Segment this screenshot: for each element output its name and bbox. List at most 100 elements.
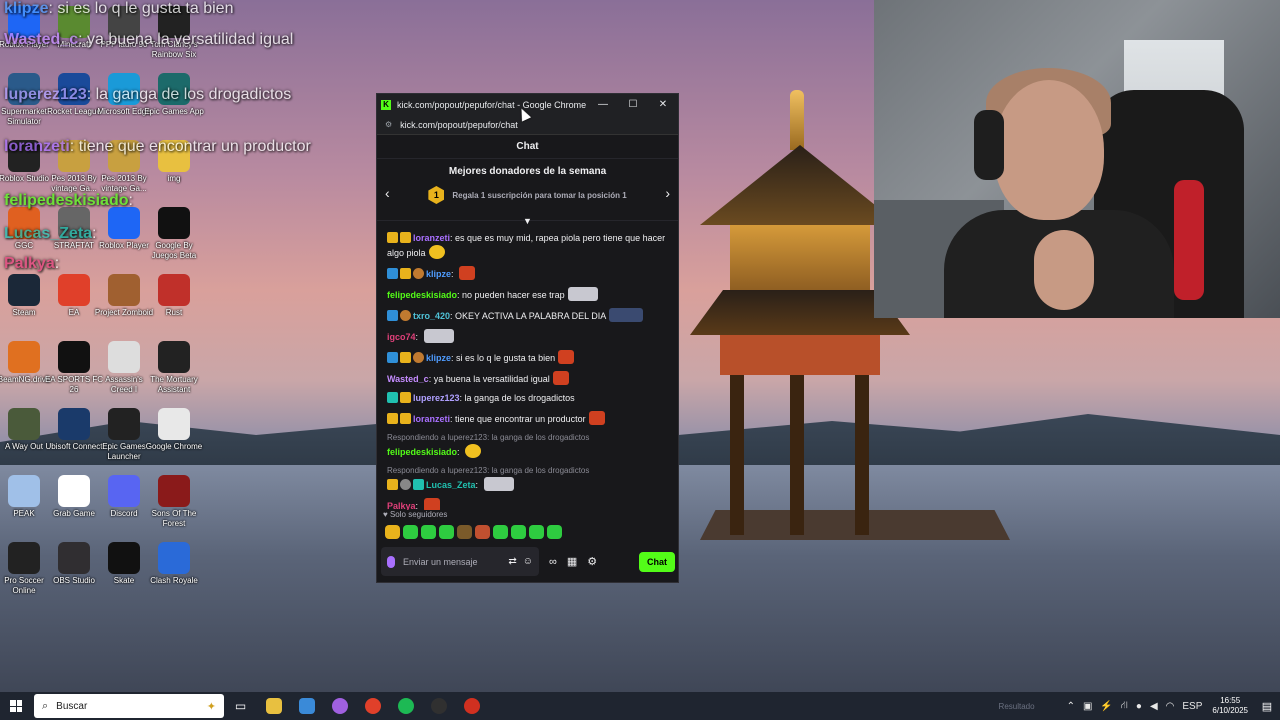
overlay-username: luperez123 (4, 86, 87, 103)
chat-username[interactable]: igco74 (387, 332, 416, 342)
emote-icon[interactable] (385, 525, 400, 539)
language-indicator[interactable]: ESP (1182, 701, 1202, 712)
maximize-button[interactable]: ☐ (618, 99, 648, 110)
points-icon[interactable]: ∞ (549, 556, 557, 568)
desktop-icon[interactable]: Sons Of The Forest (144, 475, 204, 529)
chat-username[interactable]: Lucas_Zeta (426, 480, 476, 490)
pin-icon[interactable]: ▼ (523, 216, 532, 226)
emote-icon[interactable] (493, 525, 508, 539)
chat-username[interactable]: felipedeskisiado (387, 447, 457, 457)
file-explorer-icon[interactable] (257, 692, 290, 720)
taskbar: ⌕ Buscar ✦ ▭ Resultado ⌃ ▣ ⚡ ⛙ ● ◀ ◠ ESP… (0, 692, 1280, 720)
url-text[interactable]: kick.com/popout/pepufor/chat (400, 120, 518, 130)
mic-icon[interactable] (387, 555, 395, 568)
send-chat-button[interactable]: Chat (639, 551, 675, 572)
mic-tray-icon[interactable]: ● (1136, 701, 1142, 712)
app-icon (158, 341, 190, 373)
camera-icon[interactable]: ▣ (1083, 701, 1092, 712)
chat-separator: : (415, 501, 421, 510)
donors-cta[interactable]: Regala 1 suscripción para tomar la posic… (452, 191, 626, 200)
minimize-button[interactable]: — (588, 99, 618, 110)
overlay-separator: : (54, 255, 60, 272)
site-info-icon[interactable]: ⚙ (385, 120, 392, 129)
overlay-chat-line: klipze: si es lo q le gusta ta bien (4, 0, 233, 18)
emote-bar[interactable] (385, 525, 562, 539)
donors-next-button[interactable]: › (665, 185, 670, 201)
chat-username[interactable]: luperez123 (413, 393, 460, 403)
chevron-up-icon[interactable]: ⌃ (1067, 701, 1075, 712)
chat-username[interactable]: felipedeskisiado (387, 290, 457, 300)
chat-username[interactable]: klipze (426, 353, 451, 363)
chat-emote-icon (483, 477, 514, 491)
emote-icon[interactable] (511, 525, 526, 539)
chat-messages[interactable]: loranzeti: es que es muy mid, rapea piol… (377, 228, 678, 510)
taskbar-search[interactable]: ⌕ Buscar ✦ (34, 694, 224, 718)
game-taskbar-icon[interactable] (455, 692, 488, 720)
chat-message[interactable]: Wasted_c: ya buena la versatilidad igual (387, 371, 670, 386)
start-button[interactable] (0, 692, 32, 720)
emote-icon[interactable] (547, 525, 562, 539)
chat-emote-icon (428, 245, 445, 259)
emote-icon[interactable] (457, 525, 472, 539)
settings-gear-icon[interactable]: ⚙ (587, 555, 597, 568)
clock[interactable]: 16:55 6/10/2025 (1212, 696, 1248, 716)
volume-icon[interactable]: ◀ (1150, 701, 1158, 712)
close-button[interactable]: ✕ (648, 99, 678, 110)
chrome-taskbar-icon[interactable] (356, 692, 389, 720)
chat-message[interactable]: klipze: (387, 266, 670, 281)
chat-message[interactable]: loranzeti: es que es muy mid, rapea piol… (387, 232, 670, 260)
chat-message[interactable]: felipedeskisiado: no pueden hacer ese tr… (387, 287, 670, 302)
desktop-icon[interactable]: The Mortuary Assistant (144, 341, 204, 395)
store-app-icon[interactable] (290, 692, 323, 720)
translate-icon[interactable]: ⇄ (508, 556, 516, 567)
emote-icon[interactable] (439, 525, 454, 539)
desktop-icon[interactable]: Clash Royale (144, 542, 204, 586)
desktop-icon[interactable]: Google Chrome (144, 408, 204, 452)
chat-username[interactable]: txro_420 (413, 311, 450, 321)
chat-message[interactable]: felipedeskisiado: (387, 444, 670, 459)
overlay-username: klipze (4, 0, 49, 17)
store-icon[interactable]: ▦ (567, 555, 577, 568)
chat-input[interactable]: Enviar un mensaje ⇄ ☺ (381, 547, 539, 576)
desktop-icon[interactable]: Google By Juegos Beta (144, 207, 204, 261)
app-icon (58, 475, 90, 507)
obs-taskbar-icon[interactable] (422, 692, 455, 720)
search-highlight-icon: ✦ (206, 700, 216, 713)
donors-prev-button[interactable]: ‹ (385, 185, 390, 201)
chat-input-placeholder[interactable]: Enviar un mensaje (403, 557, 502, 567)
reply-context[interactable]: Respondiendo a luperez123: la ganga de l… (387, 432, 670, 443)
emote-icon[interactable] (421, 525, 436, 539)
chat-username[interactable]: loranzeti (413, 414, 450, 424)
chat-emote-icon (588, 411, 605, 425)
chat-popout-window[interactable]: K kick.com/popout/pepufor/chat - Google … (376, 93, 679, 583)
chat-message[interactable]: Palkya: (387, 498, 670, 510)
reply-context[interactable]: Respondiendo a luperez123: la ganga de l… (387, 465, 670, 476)
user-badge-icon (387, 310, 398, 321)
emote-icon[interactable] (403, 525, 418, 539)
chat-separator: : (475, 480, 481, 490)
chat-message[interactable]: Lucas_Zeta: (387, 477, 670, 492)
wifi-icon[interactable]: ◠ (1166, 701, 1175, 712)
desktop-icon[interactable]: Rust (144, 274, 204, 318)
usb-icon[interactable]: ⚡ (1100, 701, 1112, 712)
chat-message[interactable]: luperez123: la ganga de los drogadictos (387, 392, 670, 405)
overlay-username: Lucas_Zeta (4, 225, 93, 242)
emote-icon[interactable] (529, 525, 544, 539)
chat-message[interactable]: igco74: (387, 329, 670, 344)
chat-message[interactable]: loranzeti: tiene que encontrar un produc… (387, 411, 670, 426)
chat-message[interactable]: klipze: si es lo q le gusta ta bien (387, 350, 670, 365)
messenger-icon[interactable] (323, 692, 356, 720)
chat-username[interactable]: loranzeti (413, 233, 450, 243)
chat-text: si es lo q le gusta ta bien (456, 353, 556, 363)
search-placeholder[interactable]: Buscar (56, 701, 207, 712)
chat-username[interactable]: Wasted_c (387, 374, 429, 384)
emoji-icon[interactable]: ☺ (523, 556, 533, 567)
task-view-icon[interactable]: ▭ (224, 692, 257, 720)
emote-icon[interactable] (475, 525, 490, 539)
chat-message[interactable]: txro_420: OKEY ACTIVA LA PALABRA DEL DIA (387, 308, 670, 323)
network-icon[interactable]: ⛙ (1121, 700, 1128, 713)
chat-username[interactable]: klipze (426, 269, 451, 279)
notifications-icon[interactable]: ▤ (1254, 700, 1280, 713)
spotify-icon[interactable] (389, 692, 422, 720)
chat-username[interactable]: Palkya (387, 501, 416, 510)
